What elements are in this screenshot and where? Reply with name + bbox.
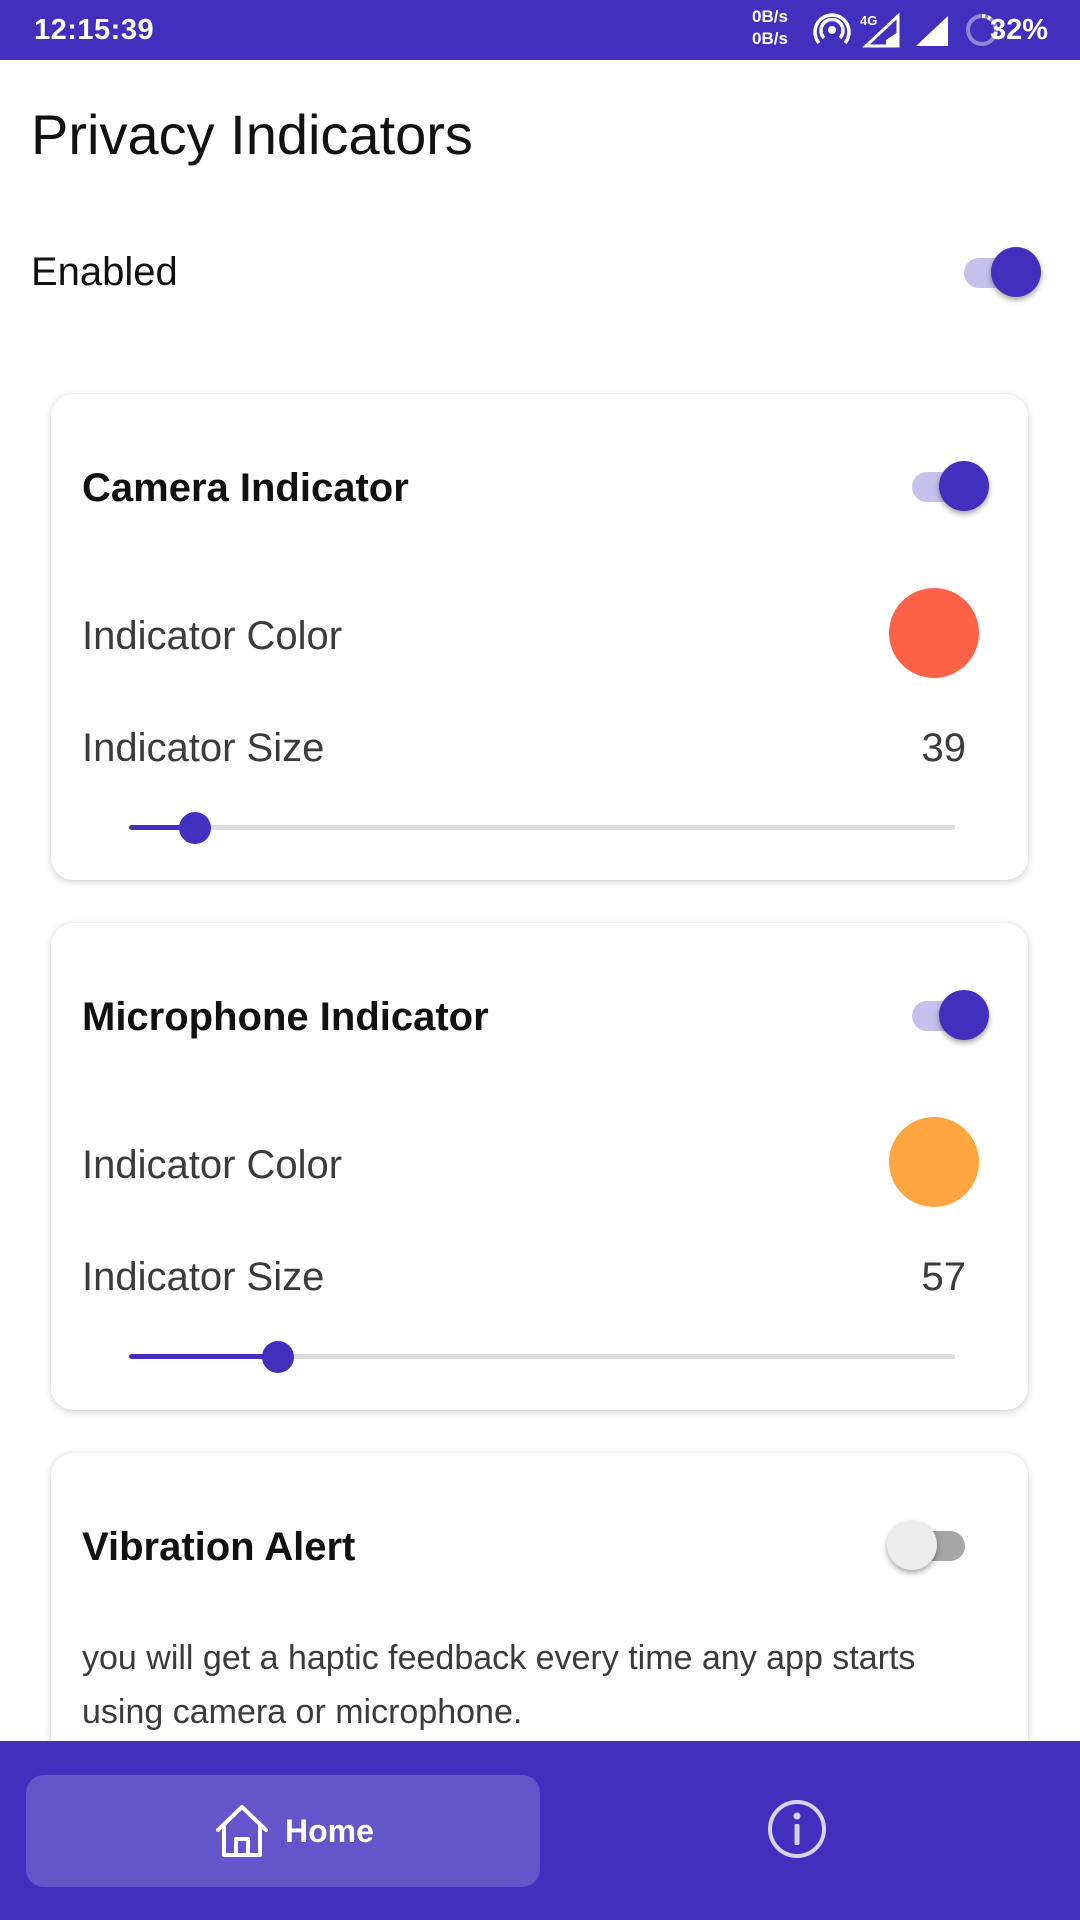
microphone-size-label: Indicator Size — [82, 1255, 325, 1299]
microphone-color-swatch[interactable] — [889, 1117, 979, 1207]
page-title: Privacy Indicators — [31, 103, 473, 166]
network-speed: 0B/s 0B/s — [752, 6, 788, 50]
camera-card-title: Camera Indicator — [82, 466, 409, 510]
slider-thumb[interactable] — [179, 812, 212, 844]
network-type-label: 4G — [860, 13, 877, 28]
microphone-card: Microphone Indicator Indicator Color Ind… — [51, 923, 1028, 1410]
status-bar: 12:15:39 0B/s 0B/s 4G 32% — [0, 0, 1080, 60]
vibration-card-title: Vibration Alert — [82, 1525, 356, 1569]
info-icon[interactable] — [766, 1798, 828, 1860]
microphone-color-label: Indicator Color — [82, 1143, 343, 1187]
hotspot-icon — [813, 13, 851, 45]
status-icons: 4G — [812, 10, 1002, 50]
status-time: 12:15:39 — [34, 14, 155, 46]
home-icon — [216, 1805, 268, 1857]
slider-fill — [129, 1354, 278, 1359]
vibration-toggle[interactable] — [887, 1515, 971, 1575]
bottom-navigation: Home — [0, 1741, 1080, 1920]
camera-size-slider[interactable] — [129, 808, 955, 848]
enabled-toggle[interactable] — [958, 242, 1042, 302]
battery-percent: 32% — [990, 14, 1049, 46]
microphone-size-slider[interactable] — [129, 1337, 955, 1377]
nav-home-button[interactable]: Home — [26, 1775, 540, 1887]
camera-color-label: Indicator Color — [82, 614, 343, 658]
microphone-toggle[interactable] — [906, 985, 990, 1045]
camera-size-value: 39 — [921, 726, 967, 770]
camera-color-swatch[interactable] — [889, 588, 979, 678]
microphone-card-title: Microphone Indicator — [82, 995, 489, 1039]
signal-icon — [916, 16, 948, 46]
camera-card: Camera Indicator Indicator Color Indicat… — [51, 394, 1028, 880]
enabled-label: Enabled — [31, 250, 178, 294]
camera-toggle[interactable] — [906, 456, 990, 516]
camera-size-label: Indicator Size — [82, 726, 325, 770]
slider-thumb[interactable] — [261, 1341, 294, 1373]
microphone-size-value: 57 — [921, 1255, 967, 1299]
net-down: 0B/s — [752, 29, 788, 48]
net-up: 0B/s — [752, 7, 788, 26]
signal-4g-icon: 4G — [860, 12, 900, 48]
vibration-description: you will get a haptic feedback every tim… — [82, 1639, 916, 1731]
nav-home-label: Home — [285, 1813, 374, 1849]
